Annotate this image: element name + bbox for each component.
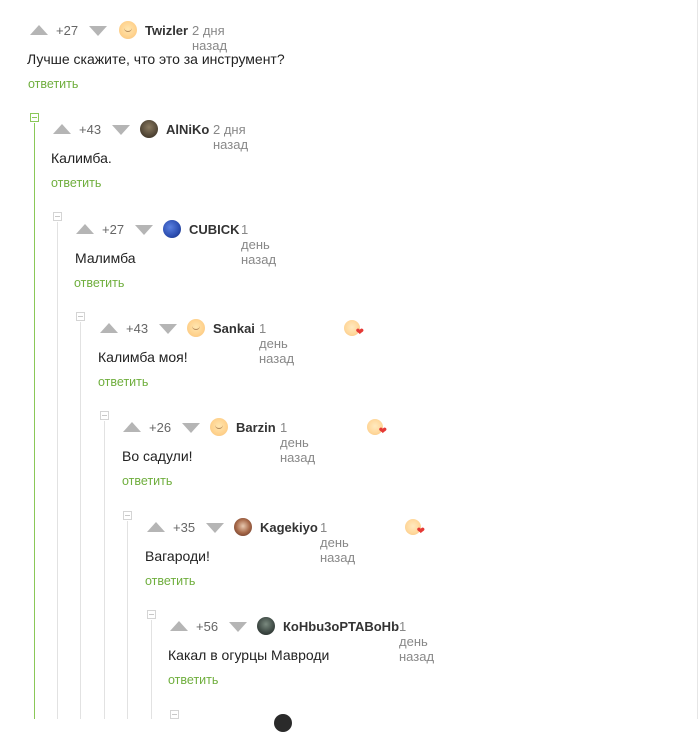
upvote-arrow-icon[interactable] (76, 224, 94, 234)
collapse-toggle[interactable] (100, 411, 109, 420)
avatar[interactable] (257, 617, 275, 635)
collapse-toggle[interactable] (123, 511, 132, 520)
reply-link[interactable]: ответить (28, 77, 78, 91)
downvote-arrow-icon[interactable] (112, 125, 130, 135)
comment-author[interactable]: CUBICK (189, 222, 240, 237)
heart-badge-icon: ❤ (367, 419, 387, 437)
comment-rating: +27 (56, 23, 79, 38)
downvote-arrow-icon[interactable] (159, 324, 177, 334)
comment-time[interactable]: 1 день назад (320, 520, 355, 565)
downvote-arrow-icon[interactable] (182, 423, 200, 433)
comment-author[interactable]: Sankai (213, 321, 255, 336)
thread-line[interactable] (34, 123, 35, 719)
comment-author[interactable]: Twizler (145, 23, 188, 38)
avatar[interactable] (163, 220, 181, 238)
thread-line[interactable] (57, 222, 58, 719)
comment-text: Калимба моя! (98, 349, 188, 365)
thread-line[interactable] (127, 521, 128, 719)
upvote-arrow-icon[interactable] (100, 323, 118, 333)
comment-text: Какал в огурцы Мавроди (168, 647, 330, 663)
comment-time[interactable]: 1 день назад (259, 321, 294, 366)
avatar[interactable] (119, 21, 137, 39)
avatar[interactable] (274, 714, 292, 732)
comment-author[interactable]: Kagekiyo (260, 520, 318, 535)
reply-link[interactable]: ответить (145, 574, 195, 588)
collapse-toggle[interactable] (170, 710, 179, 719)
comment-time[interactable]: 1 день назад (399, 619, 434, 664)
comment-author[interactable]: Barzin (236, 420, 276, 435)
thread-line[interactable] (151, 620, 152, 719)
collapse-toggle[interactable] (30, 113, 39, 122)
thread-line[interactable] (80, 322, 81, 719)
heart-badge-icon: ❤ (344, 320, 364, 338)
avatar[interactable] (210, 418, 228, 436)
comment-time[interactable]: 1 день назад (280, 420, 315, 465)
downvote-arrow-icon[interactable] (135, 225, 153, 235)
collapse-toggle[interactable] (76, 312, 85, 321)
comment-time[interactable]: 2 дня назад (192, 23, 227, 53)
reply-link[interactable]: ответить (74, 276, 124, 290)
downvote-arrow-icon[interactable] (89, 26, 107, 36)
comment-time[interactable]: 1 день назад (241, 222, 276, 267)
comment-time[interactable]: 2 дня назад (213, 122, 248, 152)
thread-line[interactable] (104, 421, 105, 719)
upvote-arrow-icon[interactable] (30, 25, 48, 35)
collapse-toggle[interactable] (53, 212, 62, 221)
upvote-arrow-icon[interactable] (123, 422, 141, 432)
collapse-toggle[interactable] (147, 610, 156, 619)
upvote-arrow-icon[interactable] (170, 621, 188, 631)
downvote-arrow-icon[interactable] (206, 523, 224, 533)
upvote-arrow-icon[interactable] (53, 124, 71, 134)
avatar[interactable] (140, 120, 158, 138)
comment-text: Калимба. (51, 150, 112, 166)
comment-rating: +43 (79, 122, 102, 137)
comment-rating: +43 (126, 321, 149, 336)
comment-rating: +27 (102, 222, 125, 237)
comment-rating: +56 (196, 619, 219, 634)
reply-link[interactable]: ответить (122, 474, 172, 488)
comment-rating: +26 (149, 420, 172, 435)
avatar[interactable] (234, 518, 252, 536)
comment-author[interactable]: КоНbu3оPTABoHb (283, 619, 399, 634)
upvote-arrow-icon[interactable] (147, 522, 165, 532)
comment-text: Лучше скажите, что это за инструмент? (27, 51, 285, 67)
comment-text: Малимба (75, 250, 136, 266)
comment-text: Во садули! (122, 448, 193, 464)
downvote-arrow-icon[interactable] (229, 622, 247, 632)
comment-rating: +35 (173, 520, 196, 535)
reply-link[interactable]: ответить (168, 673, 218, 687)
heart-badge-icon: ❤ (405, 519, 425, 537)
comment-text: Вагароди! (145, 548, 210, 564)
comments-panel: +27 Twizler 2 дня назад Лучше скажите, ч… (0, 0, 698, 732)
avatar[interactable] (187, 319, 205, 337)
reply-link[interactable]: ответить (98, 375, 148, 389)
comment-author[interactable]: AlNiKo (166, 122, 209, 137)
reply-link[interactable]: ответить (51, 176, 101, 190)
